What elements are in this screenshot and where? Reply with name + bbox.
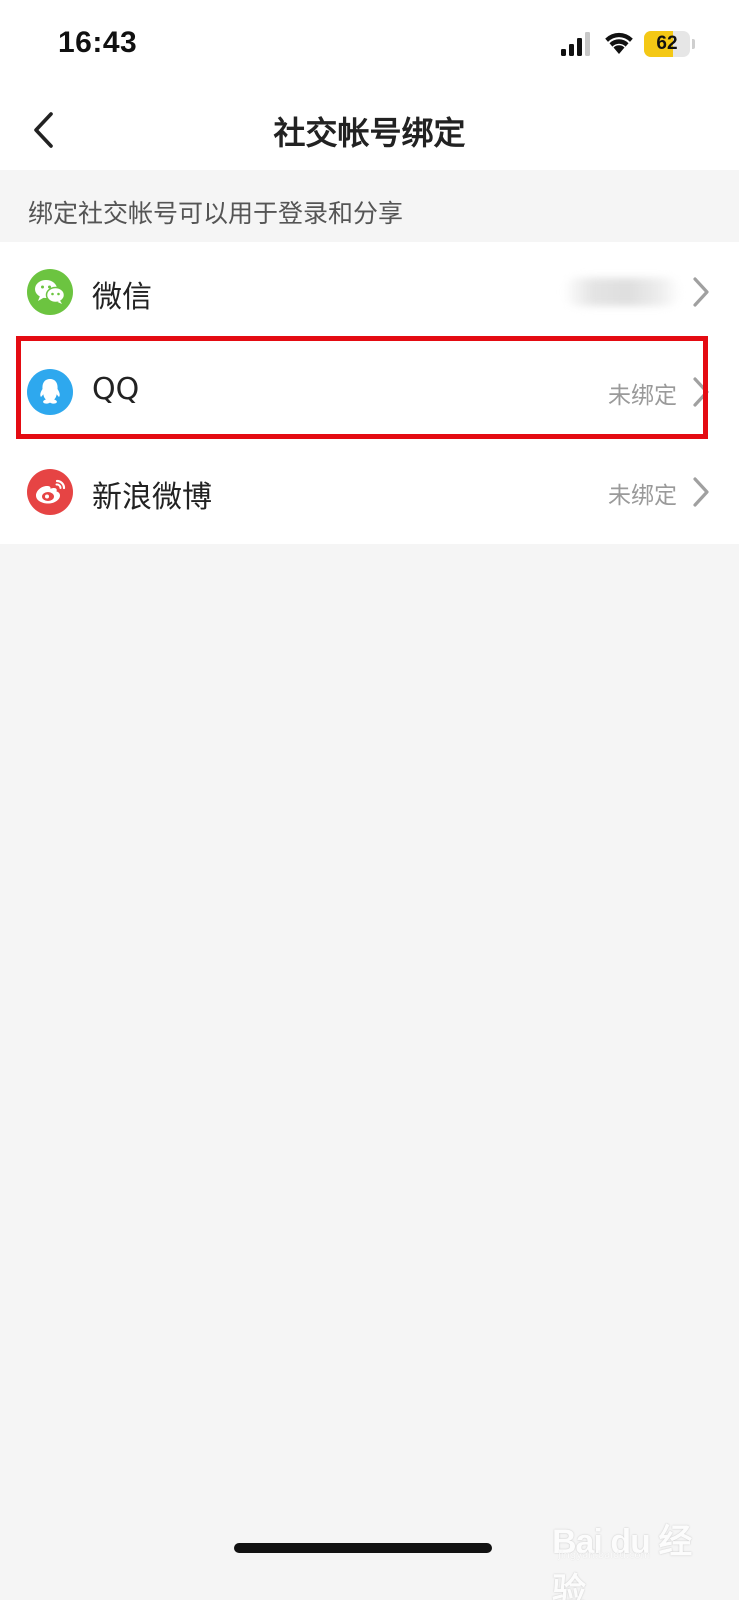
baidu-jingyan-watermark: Bai du 经验 jingyan.baidu.com xyxy=(552,1500,712,1600)
section-header: 绑定社交帐号可以用于登录和分享 xyxy=(0,170,739,242)
row-status: 未绑定 xyxy=(608,483,677,509)
list-item-wechat[interactable]: 微信 xyxy=(0,242,739,342)
page-title: 社交帐号绑定 xyxy=(273,114,466,152)
app-screen: 16:43 62 社交帐号绑定 绑定社交帐号可以用于登录和分享 微信 QQ 未绑… xyxy=(0,0,739,1600)
status-bar: 16:43 62 xyxy=(0,0,739,90)
chevron-right-icon xyxy=(693,477,709,507)
wechat-account-name-blurred xyxy=(563,278,681,306)
row-label: QQ xyxy=(92,372,140,407)
nav-bar: 社交帐号绑定 xyxy=(0,90,739,170)
list-item-weibo[interactable]: 新浪微博 未绑定 xyxy=(0,442,739,542)
chevron-right-icon xyxy=(693,377,709,407)
section-hint-text: 绑定社交帐号可以用于登录和分享 xyxy=(28,199,404,228)
wechat-icon xyxy=(27,269,73,315)
battery-level: 62 xyxy=(656,33,678,54)
status-time: 16:43 xyxy=(58,26,138,59)
watermark-subtext: jingyan.baidu.com xyxy=(558,1550,651,1561)
qq-icon xyxy=(27,369,73,415)
account-list: 微信 QQ 未绑定 新浪微博 未绑定 xyxy=(0,242,739,544)
row-label: 新浪微博 xyxy=(92,480,212,515)
battery-nub xyxy=(692,39,695,49)
list-item-qq[interactable]: QQ 未绑定 xyxy=(0,342,739,442)
row-label: 微信 xyxy=(92,280,152,315)
cellular-signal-icon xyxy=(561,32,590,56)
home-indicator[interactable] xyxy=(234,1543,492,1553)
weibo-icon xyxy=(27,469,73,515)
wifi-icon xyxy=(605,32,633,54)
row-status: 未绑定 xyxy=(608,383,677,409)
chevron-right-icon xyxy=(693,277,709,307)
battery-indicator: 62 xyxy=(644,31,690,57)
